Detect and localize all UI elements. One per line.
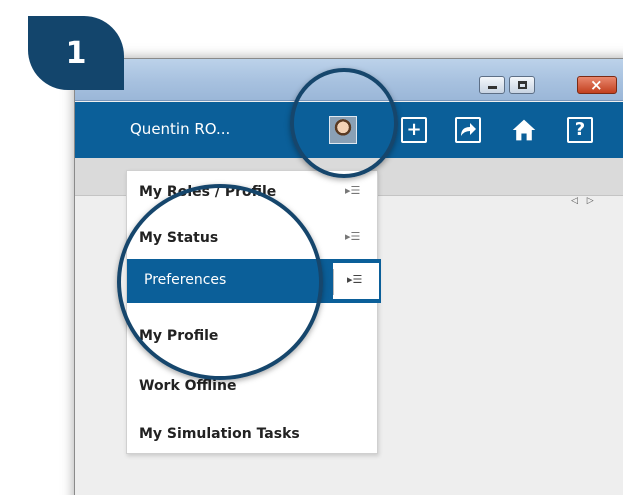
divider: [333, 269, 334, 295]
submenu-icon[interactable]: ▸☰: [345, 184, 360, 197]
menu-item-my-simulation-tasks[interactable]: My Simulation Tasks: [127, 413, 379, 457]
nav-arrows[interactable]: ◁ ▷: [571, 196, 597, 206]
add-icon[interactable]: +: [401, 117, 427, 143]
help-icon[interactable]: ?: [567, 117, 593, 143]
submenu-icon[interactable]: ▸☰: [345, 230, 360, 243]
submenu-icon: ▸☰: [347, 273, 363, 286]
menu-item-label: Work Offline: [139, 378, 237, 394]
step-number-badge: 1: [28, 16, 124, 90]
minimize-icon: [488, 86, 497, 89]
maximize-button[interactable]: [509, 76, 535, 94]
help-glyph: ?: [574, 119, 586, 140]
close-button[interactable]: ×: [577, 76, 617, 94]
add-glyph: +: [406, 119, 422, 140]
submenu-button[interactable]: ▸☰: [331, 261, 381, 301]
callout-ring-avatar: [290, 68, 398, 178]
callout-ring-preferences: [117, 184, 323, 380]
menu-item-label: My Simulation Tasks: [139, 426, 300, 442]
home-icon[interactable]: [511, 117, 537, 143]
share-arrow-icon[interactable]: [455, 117, 481, 143]
close-icon: ×: [590, 76, 603, 94]
user-name[interactable]: Quentin RO...: [130, 120, 230, 138]
minimize-button[interactable]: [479, 76, 505, 94]
maximize-icon: [518, 81, 527, 89]
step-number: 1: [65, 35, 87, 71]
